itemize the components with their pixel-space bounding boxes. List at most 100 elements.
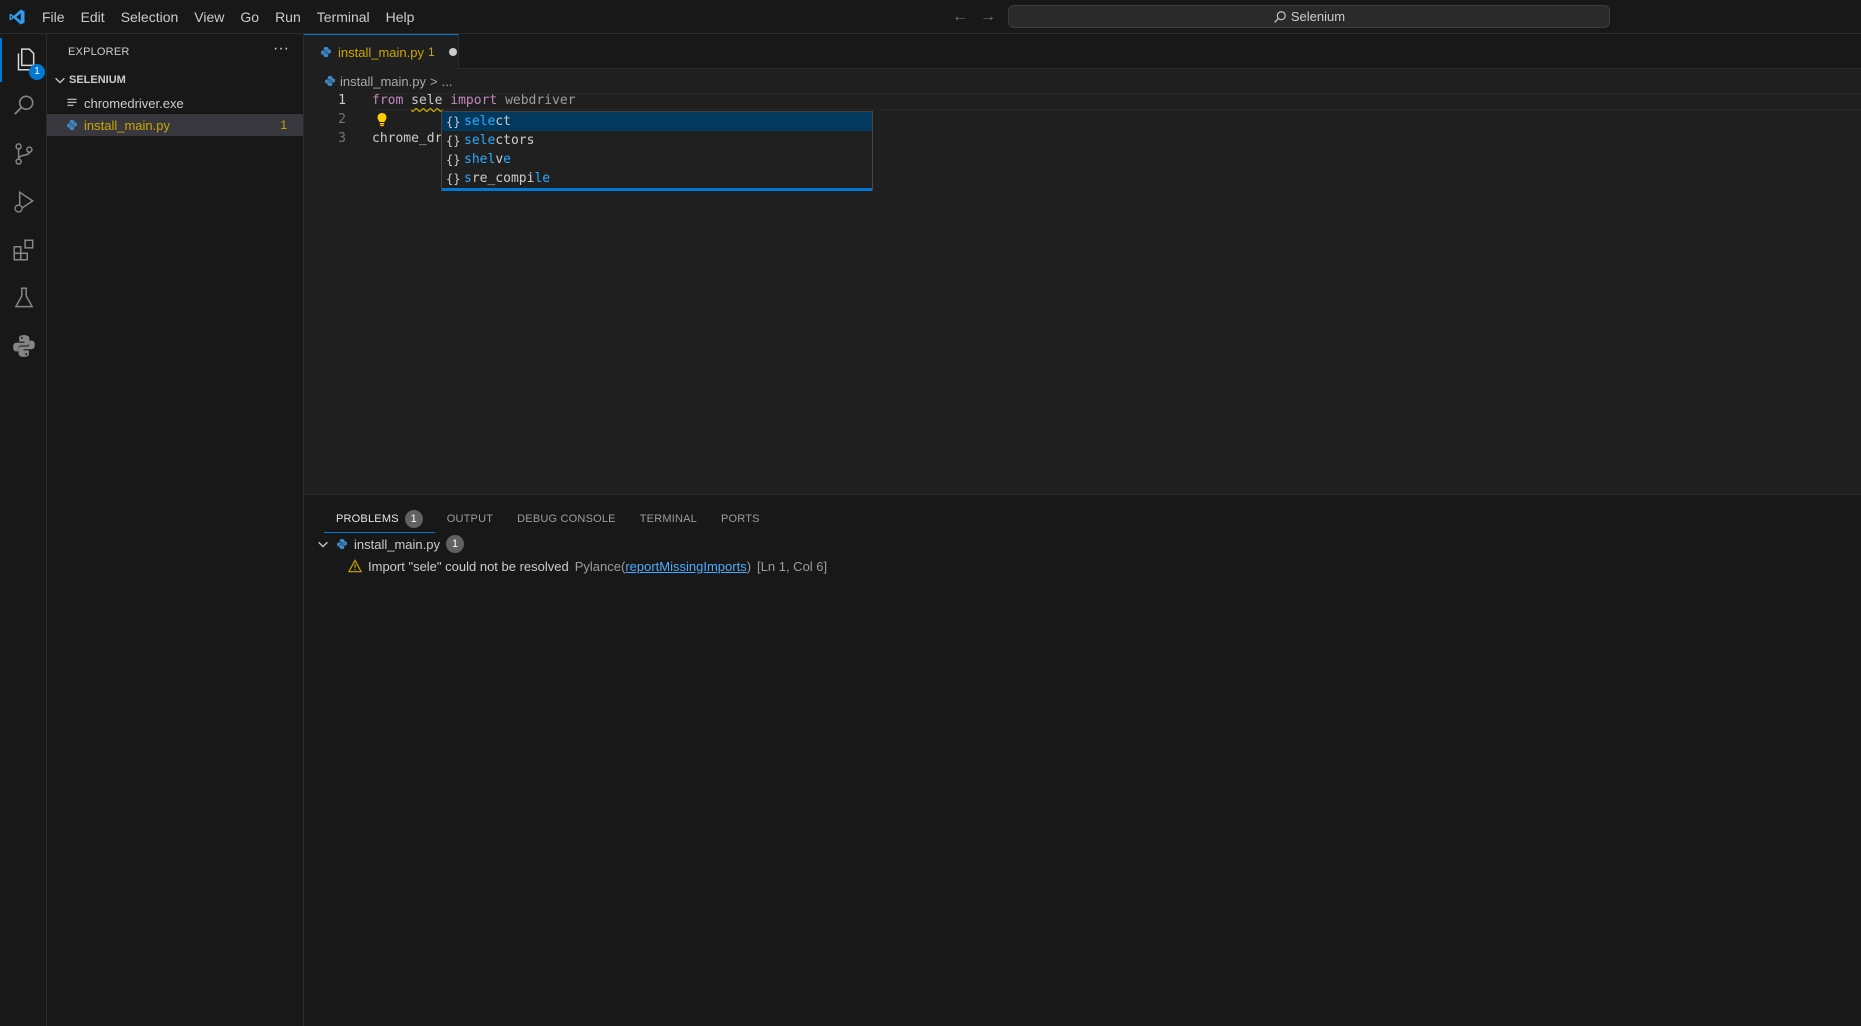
tab-problem-count: 1 <box>428 45 435 59</box>
module-icon: {} <box>446 133 461 148</box>
python-file-icon <box>337 539 347 549</box>
activity-python[interactable] <box>0 324 47 368</box>
lines-file-icon <box>67 98 77 106</box>
tab-ports[interactable]: PORTS <box>709 505 772 533</box>
python-file-icon <box>325 76 335 86</box>
suggestion-item[interactable]: {} selectors <box>442 131 872 150</box>
problems-count-badge: 1 <box>404 509 423 528</box>
suggestion-item[interactable]: {} shelve <box>442 150 872 169</box>
menu-help[interactable]: Help <box>378 0 423 34</box>
menu-view[interactable]: View <box>186 0 232 34</box>
command-center-label: Selenium <box>1290 9 1346 24</box>
vscode-logo-icon <box>9 9 25 25</box>
source-control-icon <box>14 143 33 165</box>
tab-terminal[interactable]: TERMINAL <box>628 505 709 533</box>
activity-source-control[interactable] <box>0 132 47 176</box>
chevron-down-icon <box>55 77 65 84</box>
problem-count-badge: 1 <box>280 118 287 132</box>
breadcrumb: install_main.py > ... <box>324 72 452 90</box>
suggestion-item[interactable]: {} select <box>442 112 872 131</box>
chevron-down-icon <box>318 541 328 548</box>
arrow-left-icon[interactable]: ← <box>952 8 968 26</box>
suggestion-item[interactable]: {} sre_compile <box>442 169 872 188</box>
python-icon <box>12 335 35 357</box>
folder-row[interactable]: SELENIUM <box>47 69 303 91</box>
module-name: sele <box>411 93 443 108</box>
file-name: install_main.py <box>84 117 170 133</box>
module-icon: {} <box>446 114 461 129</box>
activity-run-debug[interactable] <box>0 180 47 224</box>
extensions-icon <box>12 239 33 261</box>
tab-label: install_main.py <box>338 44 424 60</box>
keyword-from: from <box>372 93 404 108</box>
sidebar-title: EXPLORER <box>68 46 130 58</box>
panel-tabs: PROBLEMS 1 OUTPUT DEBUG CONSOLE TERMINAL… <box>324 505 772 533</box>
tab-problems[interactable]: PROBLEMS 1 <box>324 505 435 533</box>
menu-run[interactable]: Run <box>267 0 309 34</box>
more-actions-icon[interactable]: ··· <box>273 40 289 58</box>
current-line-highlight <box>372 93 1861 110</box>
keyword-import: import <box>450 93 498 108</box>
breadcrumb-symbols[interactable]: ... <box>442 74 453 89</box>
module-icon: {} <box>446 171 461 186</box>
problem-file-name: install_main.py <box>354 536 440 552</box>
explorer-sidebar: EXPLORER ··· SELENIUM chromedriver.exe i… <box>47 34 304 1026</box>
variable-chrome-driver: chrome_dr <box>372 131 443 146</box>
suggestion-label: selectors <box>464 133 535 148</box>
breadcrumb-separator: > <box>430 73 438 89</box>
activity-extensions[interactable] <box>0 228 47 272</box>
activity-explorer[interactable]: 1 <box>0 38 47 82</box>
command-center-search[interactable]: Selenium <box>1008 5 1610 28</box>
suggestion-label: sre_compile <box>464 171 551 186</box>
bottom-panel: PROBLEMS 1 OUTPUT DEBUG CONSOLE TERMINAL… <box>304 494 1861 1026</box>
problem-file-row[interactable]: install_main.py 1 <box>316 533 464 555</box>
suggestion-label: select <box>464 114 511 129</box>
editor-tab-bar: install_main.py 1 <box>304 34 1861 69</box>
problem-location: [Ln 1, Col 6] <box>757 558 828 574</box>
code-line-1: from sele import webdriver <box>372 93 576 108</box>
problem-item[interactable]: Import "sele" could not be resolved Pyla… <box>348 555 827 577</box>
line-number: 2 <box>338 112 346 127</box>
file-row-install-main[interactable]: install_main.py 1 <box>47 114 303 136</box>
problem-source: Pylance(reportMissingImports) <box>574 558 752 574</box>
python-file-icon <box>321 47 331 57</box>
menu-bar: File Edit Selection View Go Run Terminal… <box>34 0 422 34</box>
file-name: chromedriver.exe <box>84 95 184 111</box>
python-file-icon <box>67 120 77 130</box>
activity-search[interactable] <box>0 84 47 128</box>
unsaved-dot-icon[interactable] <box>448 48 457 56</box>
problem-file-count: 1 <box>446 535 464 553</box>
arrow-right-icon[interactable]: → <box>980 8 996 26</box>
problem-code-link[interactable]: reportMissingImports <box>625 559 746 574</box>
line-number: 1 <box>338 93 346 108</box>
menu-selection[interactable]: Selection <box>113 0 187 34</box>
tab-output[interactable]: OUTPUT <box>435 505 505 533</box>
code-line-3: chrome_dr <box>372 131 442 146</box>
file-row-chromedriver[interactable]: chromedriver.exe <box>47 92 303 114</box>
search-icon <box>1274 10 1286 23</box>
breadcrumb-file[interactable]: install_main.py <box>340 74 426 89</box>
menu-go[interactable]: Go <box>232 0 267 34</box>
activity-bar: 1 <box>0 34 47 1026</box>
menu-file[interactable]: File <box>34 0 73 34</box>
tab-install-main[interactable]: install_main.py 1 <box>304 34 459 69</box>
search-icon <box>13 95 33 115</box>
folder-name: SELENIUM <box>69 74 126 86</box>
autocomplete-suggestions: {} select {} selectors {} shelve {} sre_… <box>441 111 873 191</box>
activity-testing[interactable] <box>0 276 47 320</box>
run-debug-icon <box>13 190 34 213</box>
tab-debug-console[interactable]: DEBUG CONSOLE <box>505 505 628 533</box>
title-bar: File Edit Selection View Go Run Terminal… <box>0 0 1861 34</box>
suggestion-label: shelve <box>464 152 511 167</box>
explorer-badge: 1 <box>29 64 45 80</box>
line-number: 3 <box>338 131 346 146</box>
suggest-widget-border <box>442 188 872 191</box>
problem-message: Import "sele" could not be resolved <box>368 558 569 574</box>
menu-edit[interactable]: Edit <box>73 0 113 34</box>
warning-icon <box>348 559 362 573</box>
menu-terminal[interactable]: Terminal <box>309 0 378 34</box>
lightbulb-icon[interactable] <box>376 112 388 128</box>
import-name: webdriver <box>505 93 576 108</box>
flask-icon <box>14 287 33 308</box>
module-icon: {} <box>446 152 461 167</box>
